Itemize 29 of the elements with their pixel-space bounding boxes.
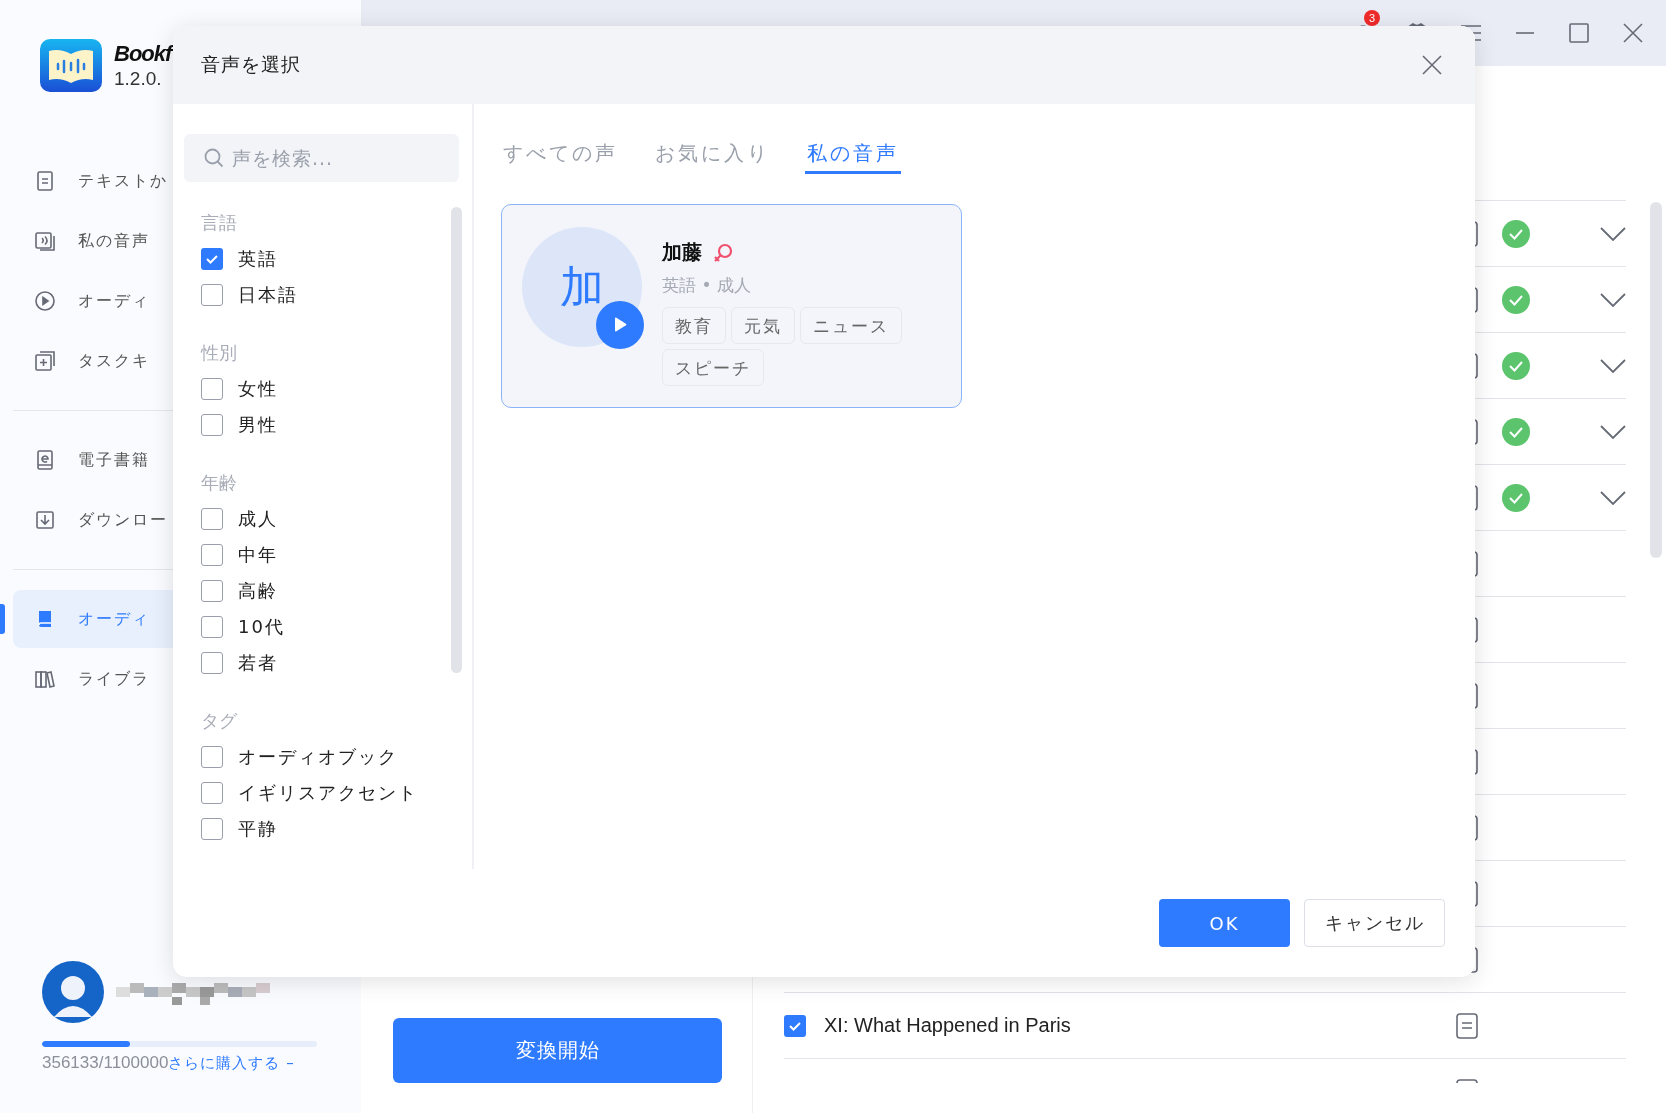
- voice-name: 加藤: [662, 239, 702, 266]
- usage-count: 356133/1100000: [42, 1053, 169, 1073]
- voice-tag: ニュース: [800, 307, 902, 344]
- filter-option-label: 高齢: [238, 579, 278, 603]
- filter-option-label: 平静: [238, 817, 278, 841]
- voice-details: 英語 • 成人: [662, 274, 752, 297]
- filter-heading: 言語: [201, 211, 238, 235]
- voice-tag: 元気: [731, 307, 795, 344]
- filter-option-label: イギリスアクセント: [238, 781, 418, 805]
- filter-option-label: 男性: [238, 413, 278, 437]
- app-version: 1.2.0.: [114, 69, 163, 88]
- chapter-title: XI: What Happened in Paris: [824, 1014, 1071, 1037]
- filter-option-label: 10代: [238, 615, 285, 639]
- avatar-initial: 加: [560, 259, 604, 314]
- filter-option-label: 日本語: [238, 283, 298, 307]
- filter-heading: 性別: [201, 341, 238, 365]
- app-name: Bookf: [114, 43, 172, 65]
- voice-tag: スピーチ: [662, 349, 764, 386]
- filter-heading: 年齢: [201, 471, 238, 495]
- dialog-title: 音声を選択: [201, 52, 301, 77]
- voice-tag: 教育: [662, 307, 726, 344]
- filter-option-label: 女性: [238, 377, 278, 401]
- notification-badge: 3: [1364, 10, 1380, 26]
- filter-option-label: オーディオブック: [238, 745, 398, 769]
- filter-option-label: 中年: [238, 543, 278, 567]
- filter-option-label: 若者: [238, 651, 278, 675]
- filter-option-label: 成人: [238, 507, 278, 531]
- filter-option-label: 英語: [238, 247, 278, 271]
- filter-heading: タグ: [201, 709, 238, 733]
